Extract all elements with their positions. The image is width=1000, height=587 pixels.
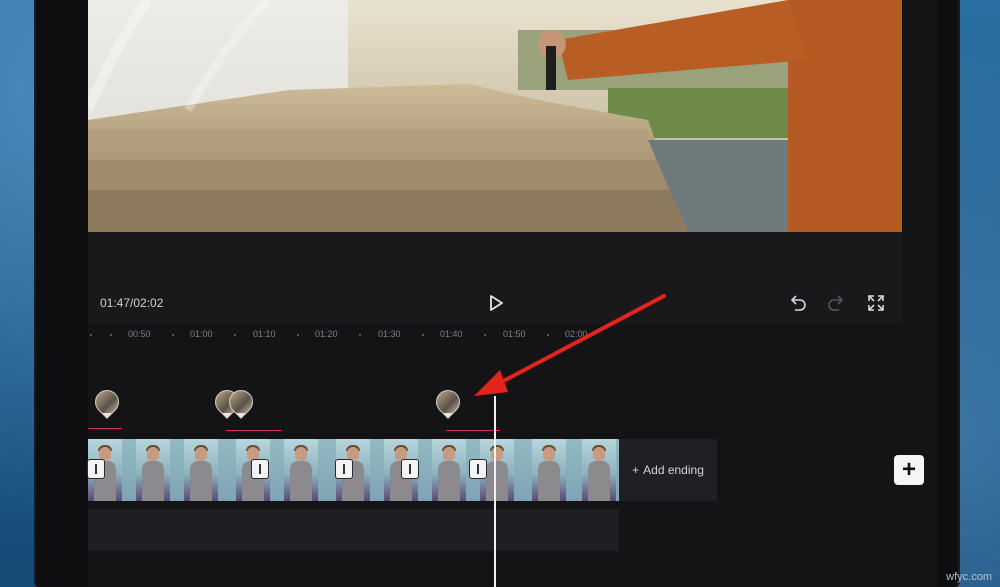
ruler-dot	[484, 334, 486, 336]
overlay-duration-line	[446, 430, 500, 431]
transition-button[interactable]	[88, 460, 104, 478]
undo-icon	[790, 295, 806, 311]
transition-button[interactable]	[252, 460, 268, 478]
preview-scene	[88, 0, 902, 232]
clip-frame	[582, 439, 616, 501]
main-video-track[interactable]	[88, 439, 619, 501]
ruler-tick: 01:40	[440, 329, 463, 339]
overlay-marker-pin	[431, 385, 465, 419]
overlay-duration-line	[88, 428, 122, 429]
audio-track-placeholder[interactable]	[88, 509, 619, 551]
ruler-tick: 01:50	[503, 329, 526, 339]
editor-screen: 01:47/02:02 00:50 01:00 01:10 01:20 01:3…	[88, 0, 938, 587]
player-controls: 01:47/02:02	[88, 232, 902, 324]
transition-button[interactable]	[402, 460, 418, 478]
overlay-duration-line	[226, 430, 282, 431]
watermark: wfyc.com	[946, 571, 992, 583]
add-clip-button[interactable]: +	[894, 455, 924, 485]
overlay-marker[interactable]	[431, 385, 465, 422]
redo-icon	[828, 295, 844, 311]
ruler-tick: 01:20	[315, 329, 338, 339]
overlay-marker[interactable]	[224, 385, 258, 422]
ruler-dot	[422, 334, 424, 336]
clip-frame	[284, 439, 318, 501]
ruler-tick: 01:30	[378, 329, 401, 339]
play-button[interactable]	[486, 293, 506, 313]
undo-button[interactable]	[788, 293, 808, 313]
ruler-dot	[359, 334, 361, 336]
plus-icon: +	[632, 463, 640, 477]
plus-icon: +	[901, 456, 916, 483]
ruler-tick: 01:00	[190, 329, 213, 339]
redo-button[interactable]	[826, 293, 846, 313]
clip-frame	[532, 439, 566, 501]
overlay-thumbnail	[96, 391, 118, 413]
ruler-tick: 01:10	[253, 329, 276, 339]
clip-frame	[184, 439, 218, 501]
video-preview[interactable]	[88, 0, 902, 232]
timecode-readout: 01:47/02:02	[100, 296, 164, 310]
ruler-dot	[172, 334, 174, 336]
add-ending-button[interactable]: + Add ending	[619, 439, 717, 501]
ruler-dot	[110, 334, 112, 336]
overlay-marker-pin	[224, 385, 258, 419]
ruler-tick: 00:50	[128, 329, 151, 339]
ruler-dot	[297, 334, 299, 336]
clip-frame	[432, 439, 466, 501]
transition-button[interactable]	[336, 460, 352, 478]
tablet-frame: 01:47/02:02 00:50 01:00 01:10 01:20 01:3…	[36, 0, 958, 587]
ruler-dot	[547, 334, 549, 336]
ruler-dot	[234, 334, 236, 336]
add-ending-label: Add ending	[643, 463, 704, 477]
ruler-tick: 02:00	[565, 329, 588, 339]
clip-frame	[136, 439, 170, 501]
transition-button[interactable]	[470, 460, 486, 478]
ruler-dot	[90, 334, 92, 336]
overlay-marker[interactable]	[90, 385, 124, 422]
play-icon	[490, 295, 503, 311]
playhead[interactable]	[494, 396, 496, 587]
overlay-marker-pin	[90, 385, 124, 419]
overlay-thumbnail	[230, 391, 252, 413]
fullscreen-button[interactable]	[866, 293, 886, 313]
fullscreen-icon	[868, 295, 884, 311]
overlay-thumbnail	[437, 391, 459, 413]
time-ruler[interactable]: 00:50 01:00 01:10 01:20 01:30 01:40 01:5…	[88, 324, 938, 348]
